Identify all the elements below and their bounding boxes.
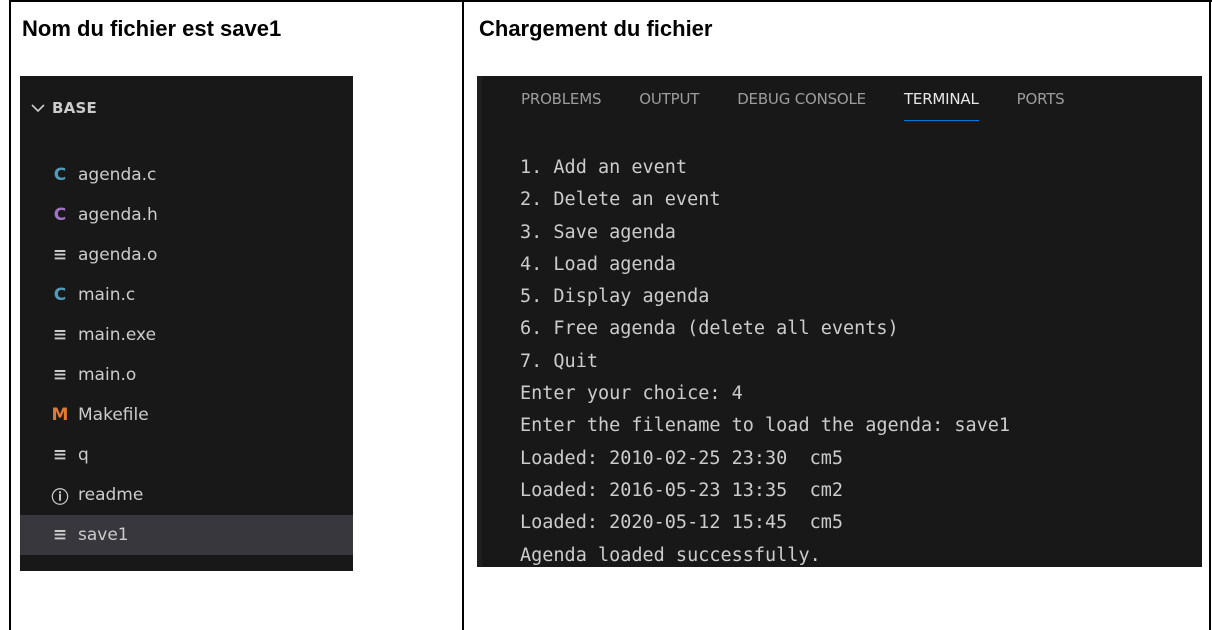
c-header-icon: C [53, 205, 67, 225]
text-file-icon: ≡ [52, 365, 68, 385]
tab-terminal[interactable]: TERMINAL [903, 86, 979, 126]
panel-tabs: PROBLEMS OUTPUT DEBUG CONSOLE TERMINAL PORTS [521, 86, 1103, 126]
right-cell-heading: Chargement du fichier [479, 16, 713, 41]
folder-name: BASE [52, 99, 97, 117]
file-name: agenda.c [78, 165, 157, 185]
terminal-panel: PROBLEMS OUTPUT DEBUG CONSOLE TERMINAL PORTS… [477, 76, 1202, 567]
file-name: main.o [78, 365, 137, 385]
c-file-icon: C [53, 285, 67, 305]
file-list: Cagenda.c Cagenda.h ≡ agenda.o Cmain.c ≡ main.… [20, 155, 353, 555]
tab-output[interactable]: OUTPUT [639, 86, 699, 126]
file-item[interactable]: Cagenda.h [20, 195, 353, 235]
file-item[interactable]: ≡ save1 [20, 515, 353, 555]
tab-problems[interactable]: PROBLEMS [521, 86, 601, 126]
terminal-line: 2. Delete an event [520, 189, 721, 211]
file-item[interactable]: ≡ main.o [20, 355, 353, 395]
file-name: save1 [78, 525, 129, 545]
file-name: Makefile [78, 405, 149, 425]
terminal-line: 4. Load agenda [520, 253, 676, 275]
table-border-left [9, 0, 11, 630]
file-item[interactable]: ≡ main.exe [20, 315, 353, 355]
file-item[interactable]: ⓘ readme [20, 475, 353, 515]
panel-edge [477, 76, 482, 567]
terminal-line: 3. Save agenda [520, 221, 676, 243]
file-name: agenda.o [78, 245, 158, 265]
file-name: q [78, 445, 89, 465]
table-border-right [1209, 0, 1211, 630]
file-item[interactable]: ≡ agenda.o [20, 235, 353, 275]
terminal-line: 5. Display agenda [520, 286, 710, 308]
tab-debug-console[interactable]: DEBUG CONSOLE [737, 86, 866, 126]
terminal-line: Agenda loaded successfully. [520, 544, 821, 566]
terminal-line: Loaded: 2016-05-23 13:35 cm2 [520, 479, 844, 501]
makefile-icon: M [51, 405, 69, 425]
text-file-icon: ≡ [52, 445, 68, 465]
terminal-line: Loaded: 2020-05-12 15:45 cm5 [520, 512, 844, 534]
text-file-icon: ≡ [52, 325, 68, 345]
folder-header-base[interactable]: BASE [20, 96, 353, 120]
terminal-line: Enter the filename to load the agenda: s… [520, 415, 1011, 437]
file-explorer-panel: BASE Cagenda.c Cagenda.h ≡ agenda.o Cmain.c ≡… [20, 76, 353, 571]
file-name: agenda.h [78, 205, 158, 225]
left-cell-heading: Nom du fichier est save1 [22, 16, 282, 41]
file-name: readme [78, 485, 144, 505]
chevron-down-icon [31, 104, 45, 113]
file-name: main.c [78, 285, 136, 305]
text-file-icon: ≡ [52, 245, 68, 265]
file-item[interactable]: Cmain.c [20, 275, 353, 315]
text-file-icon: ≡ [52, 525, 68, 545]
file-item[interactable]: Cagenda.c [20, 155, 353, 195]
terminal-output[interactable]: 1. Add an event 2. Delete an event 3. Save… [520, 152, 1010, 567]
c-file-icon: C [53, 165, 67, 185]
table-border-middle [462, 0, 464, 630]
tab-ports[interactable]: PORTS [1017, 86, 1065, 126]
info-icon: ⓘ [51, 487, 69, 508]
terminal-line: Loaded: 2010-02-25 23:30 cm5 [520, 447, 844, 469]
table-border-top [9, 0, 1212, 2]
terminal-line: 6. Free agenda (delete all events) [520, 318, 899, 340]
terminal-line: 7. Quit [520, 350, 598, 372]
file-item[interactable]: ≡ q [20, 435, 353, 475]
terminal-line: 1. Add an event [520, 157, 688, 178]
file-name: main.exe [78, 325, 157, 345]
terminal-line: Enter your choice: 4 [520, 383, 743, 405]
file-item[interactable]: M Makefile [20, 395, 353, 435]
